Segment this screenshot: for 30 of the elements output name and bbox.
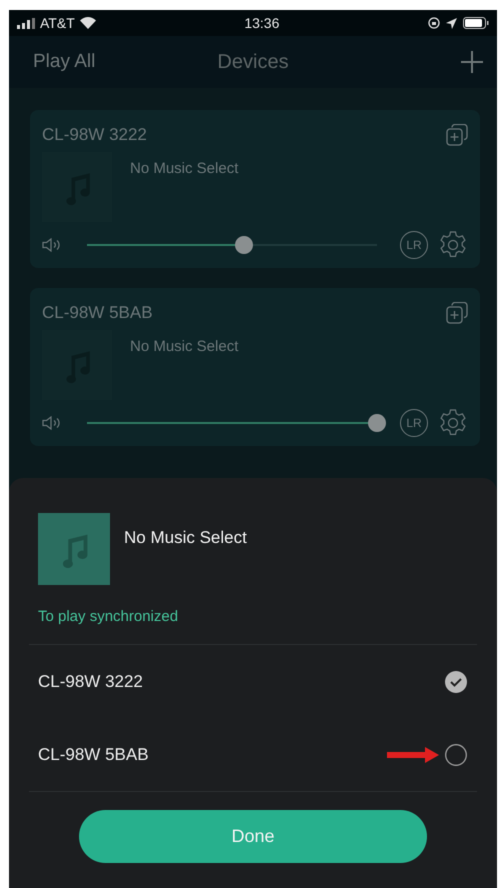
location-icon [446,18,457,28]
slider-thumb[interactable] [368,414,386,432]
signal-icon [17,18,35,28]
speaker-name: CL-98W 5BAB [38,744,149,764]
slider-thumb[interactable] [234,236,253,254]
channel-button[interactable]: LR [400,231,428,259]
device-name: CL-98W 5BAB [42,303,153,323]
rotation-lock-icon [428,17,440,29]
track-title: No Music Select [130,338,238,357]
checked-checkbox[interactable] [445,670,467,692]
device-name: CL-98W 3222 [42,125,147,145]
settings-icon[interactable] [438,230,468,260]
done-button[interactable]: Done [79,810,427,863]
group-add-icon[interactable] [446,124,468,146]
settings-icon[interactable] [438,408,468,438]
screen-title: Devices [217,50,289,74]
wifi-icon [80,17,96,29]
play-all-link[interactable]: Play All [33,51,96,73]
battery-icon [462,17,489,29]
clock-time: 13:36 [244,15,280,31]
group-add-icon[interactable] [446,302,468,324]
channel-button[interactable]: LR [400,409,428,437]
pointer-arrow [387,746,439,762]
add-icon[interactable] [461,51,483,73]
track-title: No Music Select [130,160,238,179]
unchecked-checkbox[interactable] [445,744,467,766]
speaker-name: CL-98W 3222 [38,672,143,692]
sync-hint: To play synchronized [38,608,180,625]
track-title: No Music Select [124,528,247,549]
carrier-name: AT&T [40,15,75,31]
